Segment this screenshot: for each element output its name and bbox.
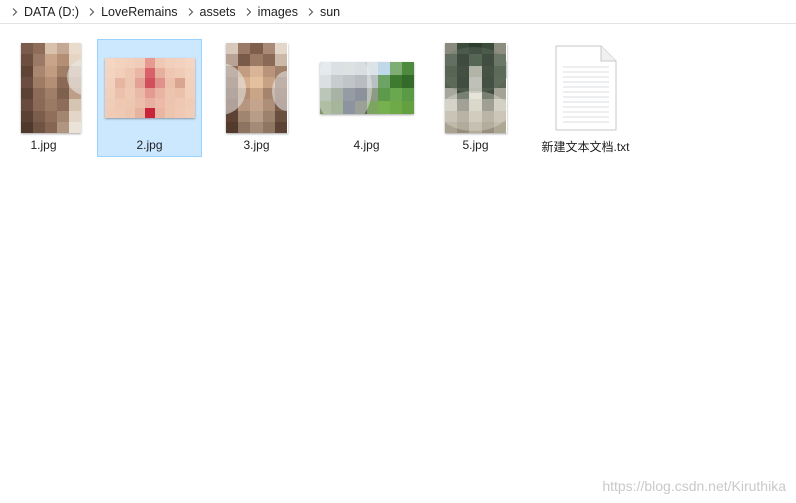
watermark-text: https://blog.csdn.net/Kiruthika (602, 478, 786, 494)
thumbnail-container (315, 40, 418, 136)
breadcrumb-item-images[interactable]: images (256, 5, 304, 19)
image-thumbnail (444, 43, 507, 133)
breadcrumb-item-assets[interactable]: assets (198, 5, 242, 19)
thumbnail-container (424, 40, 527, 136)
image-thumbnail (225, 43, 288, 133)
file-name-label: 2.jpg (136, 138, 163, 152)
file-item-txt[interactable]: 新建文本文档.txt (533, 39, 638, 157)
chevron-right-icon[interactable] (8, 7, 22, 16)
breadcrumb-item-loveremains[interactable]: LoveRemains (99, 5, 183, 19)
file-list-view[interactable]: 1.jpg 2.jpg 3.jpg 4.jpg 5.jpg 新建文本文档.txt (0, 26, 796, 503)
thumbnail-container (0, 40, 95, 136)
file-name-label: 1.jpg (30, 138, 57, 152)
thumbnail-container (98, 40, 201, 136)
file-item-3-jpg[interactable]: 3.jpg (204, 39, 309, 157)
file-name-label: 4.jpg (353, 138, 380, 152)
breadcrumb-item-sun[interactable]: sun (318, 5, 346, 19)
overlay-circle (319, 62, 372, 114)
image-thumbnail (319, 62, 414, 114)
chevron-right-icon[interactable] (242, 7, 256, 16)
thumbnail-container (205, 40, 308, 136)
file-item-2-jpg[interactable]: 2.jpg (97, 39, 202, 157)
file-name-label: 新建文本文档.txt (541, 140, 630, 154)
chevron-right-icon[interactable] (85, 7, 99, 16)
file-name-label: 3.jpg (243, 138, 270, 152)
overlay-circle (444, 47, 507, 93)
chevron-right-icon[interactable] (304, 7, 318, 16)
chevron-right-icon[interactable] (184, 7, 198, 16)
file-item-4-jpg[interactable]: 4.jpg (314, 39, 419, 157)
image-thumbnail (104, 58, 195, 118)
thumbnail-container (534, 40, 637, 136)
overlay-circle (444, 91, 507, 131)
file-name-label: 5.jpg (462, 138, 489, 152)
file-item-1-jpg[interactable]: 1.jpg (0, 39, 96, 157)
image-thumbnail (20, 43, 81, 133)
file-item-5-jpg[interactable]: 5.jpg (423, 39, 528, 157)
text-document-icon (555, 45, 617, 131)
address-bar-breadcrumb: DATA (D:) LoveRemains assets images sun (0, 0, 796, 24)
breadcrumb-item-drive[interactable]: DATA (D:) (22, 5, 85, 19)
